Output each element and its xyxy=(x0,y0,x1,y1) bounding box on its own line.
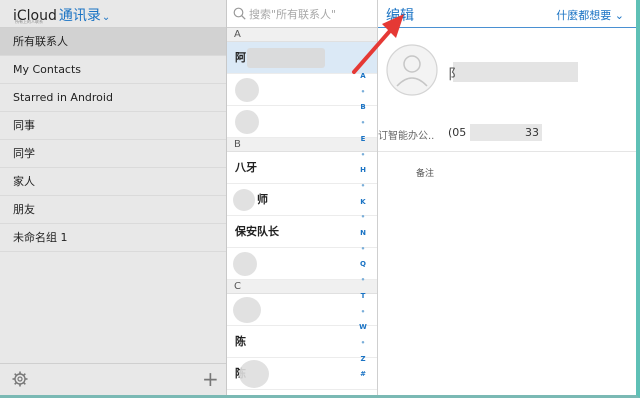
index-dot[interactable]: • xyxy=(355,213,371,221)
contact-row[interactable]: 阿 xyxy=(227,42,377,74)
contact-full-name: 阝 xyxy=(448,67,462,83)
index-letter[interactable]: H xyxy=(355,166,371,174)
index-dot[interactable]: • xyxy=(355,88,371,96)
index-dot[interactable]: • xyxy=(355,151,371,159)
index-letter[interactable]: B xyxy=(355,103,371,111)
index-letter[interactable]: E xyxy=(355,135,371,143)
index-letter[interactable]: W xyxy=(355,323,371,331)
index-dot[interactable]: • xyxy=(355,276,371,284)
search-input[interactable] xyxy=(249,6,374,22)
gear-icon[interactable] xyxy=(12,371,28,387)
section-header-a: A xyxy=(227,28,377,42)
phone-field-label: 订智能办公... xyxy=(378,131,434,142)
contact-name: 师 xyxy=(257,193,268,206)
group-classmates[interactable]: 同学 xyxy=(0,140,226,168)
divider xyxy=(378,151,636,152)
group-friends[interactable]: 朋友 xyxy=(0,196,226,224)
chevron-down-icon: ⌄ xyxy=(614,9,624,22)
alphabet-index[interactable]: A • B • E • H • K • N • Q • T • W • Z # xyxy=(355,72,371,378)
redacted-blur xyxy=(233,252,257,276)
contact-name: 陈 xyxy=(235,335,246,348)
redacted-blur xyxy=(233,189,255,211)
redacted-blur xyxy=(233,297,261,323)
notes-label: 备注 xyxy=(416,169,435,179)
redacted-blur xyxy=(235,110,259,134)
redacted-blur xyxy=(453,62,578,82)
index-letter[interactable]: # xyxy=(355,370,371,378)
account-menu-label: 什麼都想要 xyxy=(556,9,612,22)
index-letter[interactable]: Z xyxy=(355,355,371,363)
brand-app-name: 通讯录 xyxy=(58,8,101,24)
add-group-icon[interactable]: + xyxy=(202,369,219,389)
phone-value[interactable]: (05 xyxy=(448,126,466,139)
group-unnamed-1[interactable]: 未命名组 1 xyxy=(0,224,226,252)
sidebar-header: iCloud 通讯录⌄ 所有上的人联系 xyxy=(0,0,226,28)
index-dot[interactable]: • xyxy=(355,119,371,127)
redacted-blur xyxy=(235,78,259,102)
group-my-contacts[interactable]: My Contacts xyxy=(0,56,226,84)
group-colleagues[interactable]: 同事 xyxy=(0,112,226,140)
contact-detail: 编辑 什麼都想要 ⌄ 阝 订智能办公... (05 33 备注 xyxy=(378,0,636,395)
detail-header: 编辑 什麼都想要 ⌄ xyxy=(378,0,636,28)
index-dot[interactable]: • xyxy=(355,339,371,347)
sidebar-footer: + xyxy=(0,363,226,395)
edit-button[interactable]: 编辑 xyxy=(386,5,414,25)
index-letter[interactable]: N xyxy=(355,229,371,237)
chevron-down-icon: ⌄ xyxy=(101,12,111,23)
group-family[interactable]: 家人 xyxy=(0,168,226,196)
index-letter[interactable]: K xyxy=(355,198,371,206)
index-dot[interactable]: • xyxy=(355,308,371,316)
avatar xyxy=(386,44,438,96)
group-starred-android[interactable]: Starred in Android xyxy=(0,84,226,112)
index-dot[interactable]: • xyxy=(355,182,371,190)
contact-name: 八牙 xyxy=(235,161,257,174)
group-all-contacts[interactable]: 所有联系人 xyxy=(0,28,226,56)
groups-sidebar: iCloud 通讯录⌄ 所有上的人联系 所有联系人 My Contacts Sta… xyxy=(0,0,227,395)
contact-name: 阿 xyxy=(235,51,246,64)
phone-value-suffix: 33 xyxy=(525,126,539,139)
search-bar xyxy=(227,0,377,28)
redacted-blur xyxy=(239,360,269,388)
index-letter[interactable]: Q xyxy=(355,260,371,268)
account-menu-button[interactable]: 什麼都想要 ⌄ xyxy=(556,7,624,23)
redacted-blur xyxy=(247,48,325,68)
contact-name: 保安队长 xyxy=(235,225,279,238)
search-icon xyxy=(233,7,246,20)
index-letter[interactable]: A xyxy=(355,72,371,80)
index-letter[interactable]: T xyxy=(355,292,371,300)
brand-subtitle: 所有上的人联系 xyxy=(15,19,43,24)
index-dot[interactable]: • xyxy=(355,245,371,253)
